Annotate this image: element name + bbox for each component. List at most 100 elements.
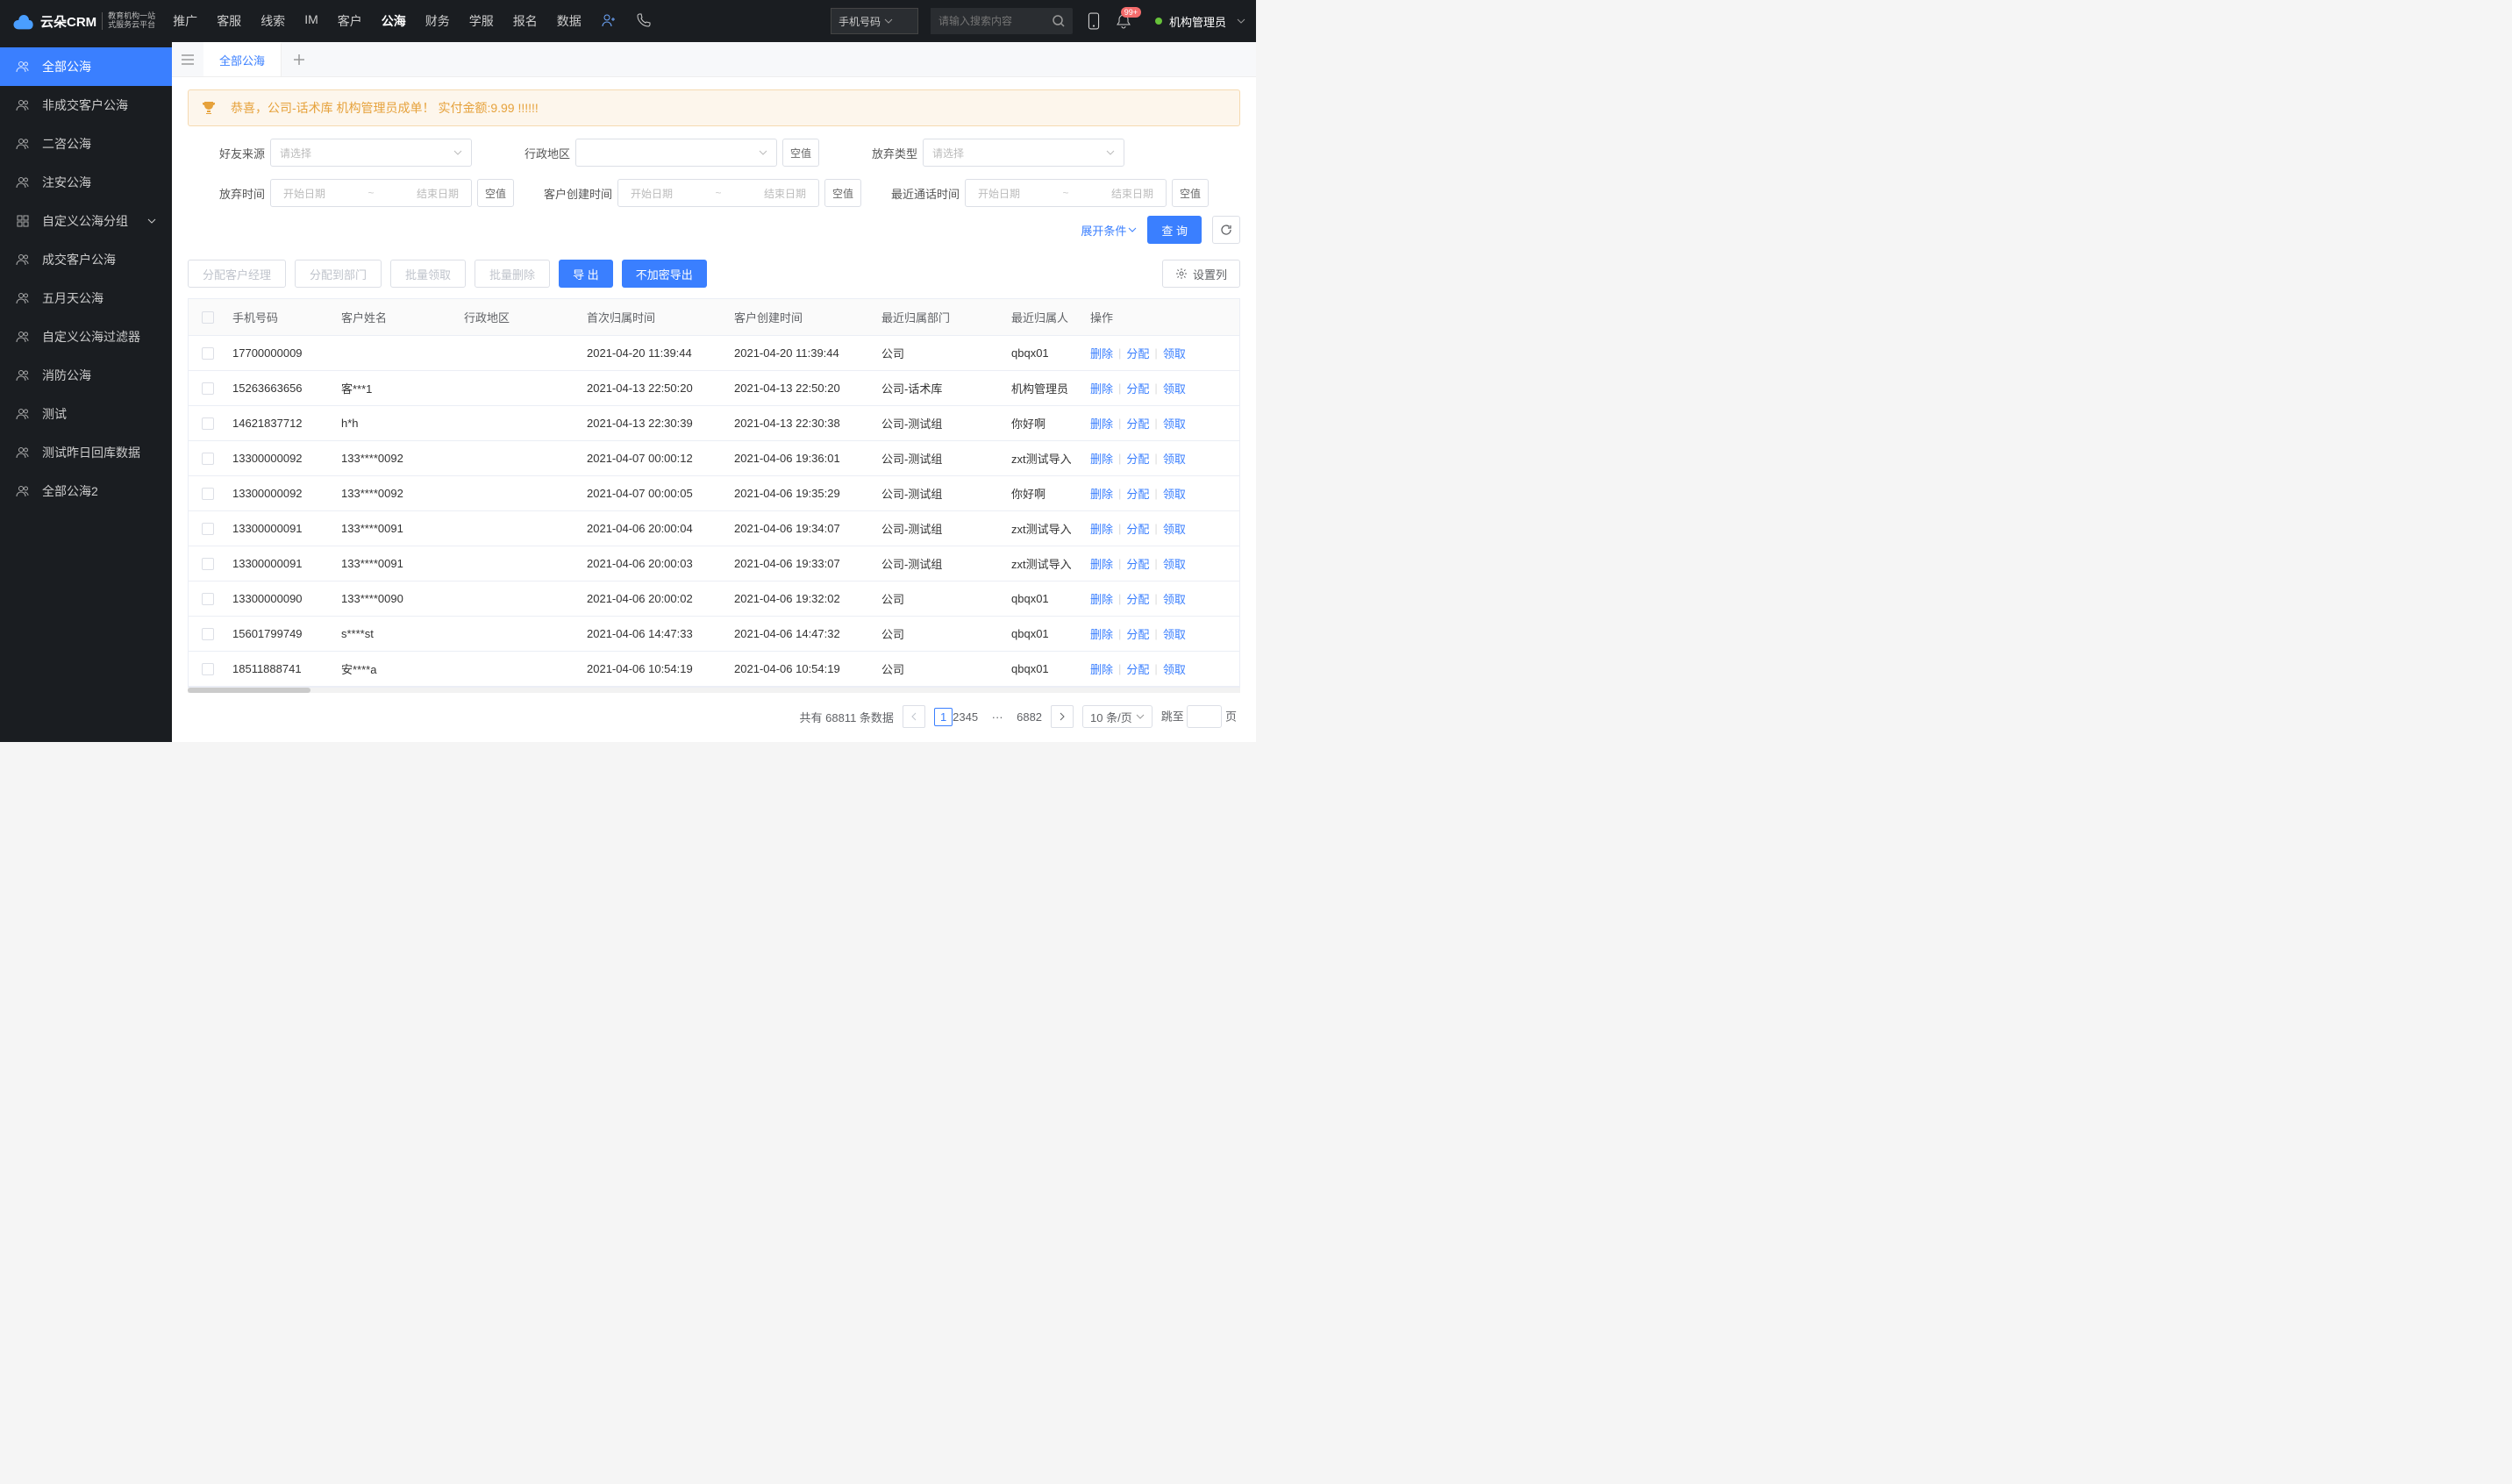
row-claim-link[interactable]: 领取 — [1163, 345, 1186, 361]
row-assign-link[interactable]: 分配 — [1126, 450, 1149, 467]
user-menu[interactable]: 机构管理员 — [1145, 13, 1245, 30]
tab-current[interactable]: 全部公海 — [203, 42, 282, 76]
tab-add[interactable] — [282, 42, 317, 76]
export-button[interactable]: 导 出 — [559, 260, 613, 288]
row-checkbox[interactable] — [202, 382, 214, 395]
page-jump-input[interactable] — [1187, 705, 1222, 728]
row-claim-link[interactable]: 领取 — [1163, 450, 1186, 467]
null-value-btn[interactable]: 空值 — [824, 179, 861, 207]
null-value-btn[interactable]: 空值 — [1172, 179, 1209, 207]
user-plus-icon[interactable] — [601, 12, 617, 30]
topnav-item[interactable]: 线索 — [260, 12, 285, 30]
page-number[interactable]: 3 — [959, 710, 965, 724]
tabs-menu-icon[interactable] — [172, 42, 203, 76]
row-assign-link[interactable]: 分配 — [1126, 345, 1149, 361]
page-number[interactable]: 5 — [972, 710, 978, 724]
row-delete-link[interactable]: 删除 — [1090, 660, 1113, 677]
row-assign-link[interactable]: 分配 — [1126, 415, 1149, 432]
row-claim-link[interactable]: 领取 — [1163, 380, 1186, 396]
mobile-icon[interactable] — [1085, 12, 1103, 30]
row-checkbox[interactable] — [202, 347, 214, 360]
null-value-btn[interactable]: 空值 — [477, 179, 514, 207]
scroll-thumb[interactable] — [188, 688, 310, 693]
page-number[interactable]: 4 — [966, 710, 972, 724]
topnav-item[interactable]: 财务 — [425, 12, 450, 30]
set-columns-button[interactable]: 设置列 — [1162, 260, 1240, 288]
expand-filters-link[interactable]: 展开条件 — [1081, 222, 1137, 239]
logo[interactable]: 云朵CRM 教育机构一站 式服务云平台 — [11, 12, 155, 31]
topnav-item[interactable]: 公海 — [382, 12, 406, 30]
reload-button[interactable] — [1212, 216, 1240, 244]
page-size-select[interactable]: 10 条/页 — [1082, 705, 1153, 728]
search-type-select[interactable]: 手机号码 — [831, 8, 918, 34]
query-button[interactable]: 查 询 — [1147, 216, 1202, 244]
row-delete-link[interactable]: 删除 — [1090, 590, 1113, 607]
sidebar-item[interactable]: 全部公海 — [0, 47, 172, 86]
row-checkbox[interactable] — [202, 453, 214, 465]
sidebar-item[interactable]: 五月天公海 — [0, 279, 172, 317]
page-number[interactable]: 6882 — [1017, 710, 1042, 724]
row-checkbox[interactable] — [202, 488, 214, 500]
topnav-item[interactable]: 数据 — [557, 12, 582, 30]
row-assign-link[interactable]: 分配 — [1126, 380, 1149, 396]
export-nomask-button[interactable]: 不加密导出 — [622, 260, 707, 288]
phone-icon[interactable] — [636, 12, 652, 30]
topnav-item[interactable]: 学服 — [469, 12, 494, 30]
row-checkbox[interactable] — [202, 558, 214, 570]
admin-region-select[interactable] — [575, 139, 777, 167]
row-claim-link[interactable]: 领取 — [1163, 485, 1186, 502]
page-ellipsis[interactable]: ··· — [987, 710, 1008, 724]
row-claim-link[interactable]: 领取 — [1163, 660, 1186, 677]
topnav-item[interactable]: 报名 — [513, 12, 538, 30]
sidebar-item[interactable]: 测试 — [0, 395, 172, 433]
batch-delete-button[interactable]: 批量删除 — [475, 260, 550, 288]
assign-manager-button[interactable]: 分配客户经理 — [188, 260, 286, 288]
abandon-time-range[interactable]: 开始日期~结束日期 — [270, 179, 472, 207]
horizontal-scrollbar[interactable] — [188, 688, 1240, 693]
notification-icon[interactable]: 99+ — [1115, 12, 1132, 30]
row-delete-link[interactable]: 删除 — [1090, 520, 1113, 537]
page-number[interactable]: 1 — [934, 708, 953, 726]
row-checkbox[interactable] — [202, 523, 214, 535]
row-checkbox[interactable] — [202, 593, 214, 605]
row-assign-link[interactable]: 分配 — [1126, 590, 1149, 607]
row-delete-link[interactable]: 删除 — [1090, 555, 1113, 572]
topnav-item[interactable]: 客服 — [217, 12, 241, 30]
batch-claim-button[interactable]: 批量领取 — [390, 260, 466, 288]
abandon-type-select[interactable]: 请选择 — [923, 139, 1124, 167]
row-claim-link[interactable]: 领取 — [1163, 555, 1186, 572]
row-assign-link[interactable]: 分配 — [1126, 555, 1149, 572]
search-input[interactable] — [931, 8, 1045, 34]
sidebar-item[interactable]: 二咨公海 — [0, 125, 172, 163]
row-delete-link[interactable]: 删除 — [1090, 380, 1113, 396]
sidebar-item[interactable]: 自定义公海过滤器 — [0, 317, 172, 356]
row-claim-link[interactable]: 领取 — [1163, 625, 1186, 642]
row-delete-link[interactable]: 删除 — [1090, 415, 1113, 432]
sidebar-item[interactable]: 消防公海 — [0, 356, 172, 395]
row-assign-link[interactable]: 分配 — [1126, 485, 1149, 502]
row-assign-link[interactable]: 分配 — [1126, 660, 1149, 677]
sidebar-item[interactable]: 全部公海2 — [0, 472, 172, 510]
topnav-item[interactable]: 客户 — [338, 12, 362, 30]
customer-create-range[interactable]: 开始日期~结束日期 — [617, 179, 819, 207]
next-page-button[interactable] — [1051, 705, 1074, 728]
select-all-checkbox[interactable] — [202, 311, 214, 324]
null-value-btn[interactable]: 空值 — [782, 139, 819, 167]
sidebar-item[interactable]: 非成交客户公海 — [0, 86, 172, 125]
topnav-item[interactable]: 推广 — [173, 12, 197, 30]
row-delete-link[interactable]: 删除 — [1090, 450, 1113, 467]
row-delete-link[interactable]: 删除 — [1090, 345, 1113, 361]
last-call-range[interactable]: 开始日期~结束日期 — [965, 179, 1167, 207]
row-checkbox[interactable] — [202, 628, 214, 640]
row-delete-link[interactable]: 删除 — [1090, 485, 1113, 502]
prev-page-button[interactable] — [903, 705, 925, 728]
row-claim-link[interactable]: 领取 — [1163, 590, 1186, 607]
sidebar-item[interactable]: 注安公海 — [0, 163, 172, 202]
sidebar-item[interactable]: 成交客户公海 — [0, 240, 172, 279]
row-claim-link[interactable]: 领取 — [1163, 520, 1186, 537]
search-icon[interactable] — [1052, 14, 1066, 28]
friend-source-select[interactable]: 请选择 — [270, 139, 472, 167]
row-claim-link[interactable]: 领取 — [1163, 415, 1186, 432]
row-delete-link[interactable]: 删除 — [1090, 625, 1113, 642]
row-checkbox[interactable] — [202, 417, 214, 430]
